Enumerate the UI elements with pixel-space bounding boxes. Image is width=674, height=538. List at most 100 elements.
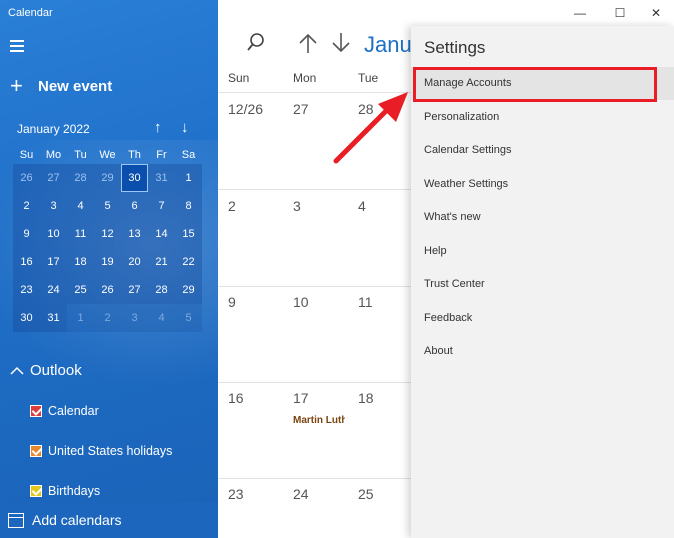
mini-day[interactable]: 3 (40, 192, 67, 220)
settings-item-weather-settings[interactable]: Weather Settings (411, 168, 674, 201)
mini-day[interactable]: 15 (175, 220, 202, 248)
settings-item-personalization[interactable]: Personalization (411, 101, 674, 134)
mini-weekday: Sa (181, 149, 196, 161)
mini-day[interactable]: 26 (94, 276, 121, 304)
day-cell[interactable]: 3 (293, 198, 301, 214)
mini-day[interactable]: 16 (13, 248, 40, 276)
day-cell[interactable]: 17 (293, 390, 309, 406)
mini-day[interactable]: 2 (13, 192, 40, 220)
mini-day[interactable]: 27 (121, 276, 148, 304)
arrow-down-icon[interactable] (331, 32, 351, 59)
checkbox-icon[interactable] (30, 405, 42, 417)
search-icon[interactable] (246, 32, 266, 57)
mini-day[interactable]: 5 (94, 192, 121, 220)
calendar-toggle-birthdays[interactable]: Birthdays (30, 484, 100, 498)
mini-day[interactable]: 24 (40, 276, 67, 304)
mini-day[interactable]: 22 (175, 248, 202, 276)
mini-day[interactable]: 4 (148, 304, 175, 332)
calendar-label: Calendar (48, 404, 99, 418)
day-cell[interactable]: 25 (358, 486, 374, 502)
mini-day[interactable]: 14 (148, 220, 175, 248)
day-cell[interactable]: 23 (228, 486, 244, 502)
settings-panel: Settings Manage Accounts Personalization… (411, 26, 674, 538)
day-cell[interactable]: 24 (293, 486, 309, 502)
mini-day[interactable]: 29 (94, 164, 121, 192)
day-cell[interactable]: 2 (228, 198, 236, 214)
app-title: Calendar (8, 7, 53, 19)
mini-day[interactable]: 31 (40, 304, 67, 332)
day-cell[interactable]: 4 (358, 198, 366, 214)
mini-day[interactable]: 5 (175, 304, 202, 332)
mini-calendar-week: 16 17 18 19 20 21 22 (13, 248, 202, 276)
day-cell[interactable]: 18 (358, 390, 374, 406)
outlook-group-toggle[interactable]: Outlook (10, 362, 82, 379)
calendar-event[interactable]: Martin Luther King Jr. Day (293, 415, 345, 426)
weekday-label: Tue (358, 71, 379, 85)
mini-day[interactable]: 4 (67, 192, 94, 220)
checkbox-icon[interactable] (30, 485, 42, 497)
settings-item-feedback[interactable]: Feedback (411, 302, 674, 335)
checkbox-icon[interactable] (30, 445, 42, 457)
day-cell[interactable]: 12/26 (228, 101, 263, 117)
mini-day[interactable]: 26 (13, 164, 40, 192)
mini-day[interactable]: 1 (67, 304, 94, 332)
mini-day[interactable]: 27 (40, 164, 67, 192)
mini-day[interactable]: 30 (13, 304, 40, 332)
mini-day[interactable]: 31 (148, 164, 175, 192)
week-separator (218, 382, 418, 383)
new-event-button[interactable]: + New event (10, 73, 112, 98)
mini-day[interactable]: 2 (94, 304, 121, 332)
mini-day[interactable]: 11 (67, 220, 94, 248)
settings-item-trust-center[interactable]: Trust Center (411, 268, 674, 301)
calendar-toggle-holidays[interactable]: United States holidays (30, 444, 172, 458)
mini-weekday: Mo (45, 149, 62, 161)
mini-day[interactable]: 9 (13, 220, 40, 248)
mini-day[interactable]: 7 (148, 192, 175, 220)
mini-day[interactable]: 19 (94, 248, 121, 276)
mini-day[interactable]: 20 (121, 248, 148, 276)
settings-item-manage-accounts[interactable]: Manage Accounts (411, 67, 674, 100)
mini-day[interactable]: 1 (175, 164, 202, 192)
plus-icon: + (10, 73, 23, 98)
add-calendars-button[interactable]: Add calendars (0, 502, 218, 538)
arrow-up-icon[interactable] (298, 32, 318, 59)
sidebar: Calendar + New event January 2022 ↑ ↓ Su… (0, 0, 218, 538)
mini-calendar-weekdays: Su Mo Tu We Th Fr Sa (13, 146, 202, 164)
calendar-label: Birthdays (48, 484, 101, 498)
day-cell[interactable]: 11 (358, 294, 373, 310)
mini-day[interactable]: 8 (175, 192, 202, 220)
mini-day[interactable]: 6 (121, 192, 148, 220)
settings-item-whats-new[interactable]: What's new (411, 201, 674, 234)
settings-item-about[interactable]: About (411, 335, 674, 368)
mini-day-today[interactable]: 30 (121, 164, 148, 192)
close-button[interactable]: ✕ (638, 0, 674, 26)
mini-day[interactable]: 29 (175, 276, 202, 304)
mini-day[interactable]: 17 (40, 248, 67, 276)
mini-day[interactable]: 18 (67, 248, 94, 276)
mini-day[interactable]: 10 (40, 220, 67, 248)
mini-day[interactable]: 13 (121, 220, 148, 248)
mini-day[interactable]: 3 (121, 304, 148, 332)
mini-day[interactable]: 21 (148, 248, 175, 276)
mini-calendar-week: 30 31 1 2 3 4 5 (13, 304, 202, 332)
day-cell[interactable]: 9 (228, 294, 236, 310)
weekday-label: Sun (228, 71, 250, 85)
day-cell[interactable]: 27 (293, 101, 309, 117)
mini-day[interactable]: 25 (67, 276, 94, 304)
minimize-button[interactable]: — (562, 0, 598, 26)
settings-item-calendar-settings[interactable]: Calendar Settings (411, 134, 674, 167)
mini-day[interactable]: 12 (94, 220, 121, 248)
arrow-up-icon[interactable]: ↑ (154, 120, 162, 136)
arrow-down-icon[interactable]: ↓ (181, 120, 189, 136)
mini-day[interactable]: 23 (13, 276, 40, 304)
settings-item-help[interactable]: Help (411, 235, 674, 268)
hamburger-menu-icon[interactable] (10, 40, 24, 52)
mini-day[interactable]: 28 (67, 164, 94, 192)
mini-calendar-week: 9 10 11 12 13 14 15 (13, 220, 202, 248)
maximize-button[interactable]: ☐ (602, 0, 638, 26)
day-cell[interactable]: 10 (293, 294, 309, 310)
mini-day[interactable]: 28 (148, 276, 175, 304)
day-cell[interactable]: 16 (228, 390, 244, 406)
day-cell[interactable]: 28 (358, 101, 374, 117)
calendar-toggle-calendar[interactable]: Calendar (30, 404, 99, 418)
